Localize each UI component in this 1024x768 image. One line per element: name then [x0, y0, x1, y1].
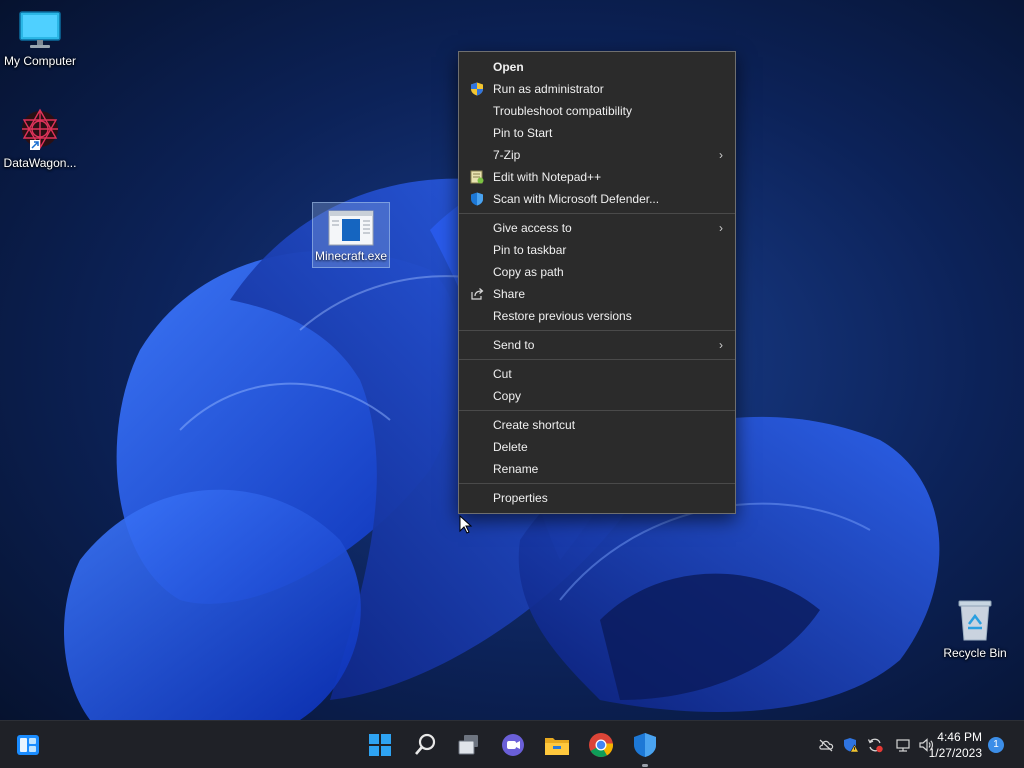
menu-item-properties[interactable]: Properties: [459, 487, 735, 509]
menu-item-label: Copy: [493, 389, 522, 403]
desktop-icon-label: DataWagon...: [3, 156, 77, 170]
menu-item-label: Scan with Microsoft Defender...: [493, 192, 660, 206]
clock-date: 1/27/2023: [928, 746, 982, 760]
network-icon[interactable]: [895, 737, 911, 753]
menu-separator: [459, 410, 735, 411]
clock-time: 4:46 PM: [937, 730, 982, 744]
notification-badge[interactable]: 1: [988, 737, 1004, 753]
menu-item-label: Edit with Notepad++: [493, 170, 602, 184]
menu-item-pin-to-start[interactable]: Pin to Start: [459, 122, 735, 144]
desktop-icon-label: Minecraft.exe: [314, 249, 388, 263]
widgets-icon: [17, 735, 39, 755]
file-explorer-icon: [545, 738, 569, 755]
task-view-button[interactable]: [453, 729, 485, 761]
menu-separator: [459, 359, 735, 360]
search-icon: [415, 733, 436, 755]
menu-item-troubleshoot-compatibility[interactable]: Troubleshoot compatibility: [459, 100, 735, 122]
chevron-right-icon: ›: [719, 221, 723, 235]
menu-item-label: Give access to: [493, 221, 572, 235]
menu-separator: [459, 213, 735, 214]
menu-item-label: Delete: [493, 440, 528, 454]
file-explorer-button[interactable]: [541, 729, 573, 761]
menu-item-7zip[interactable]: 7-Zip ›: [459, 144, 735, 166]
teams-chat-icon: [502, 734, 524, 756]
active-app-indicator: [642, 764, 648, 767]
desktop-icon-datawagon[interactable]: DataWagon...: [0, 106, 80, 170]
menu-separator: [459, 330, 735, 331]
teams-chat-button[interactable]: [497, 729, 529, 761]
desktop-icon-label: Recycle Bin: [943, 646, 1007, 660]
monitor-icon: [19, 11, 61, 48]
menu-item-label: Cut: [493, 367, 512, 381]
menu-item-give-access-to[interactable]: Give access to ›: [459, 217, 735, 239]
defender-button[interactable]: [629, 729, 661, 767]
menu-item-label: Create shortcut: [493, 418, 576, 432]
menu-separator: [459, 483, 735, 484]
chevron-right-icon: ›: [719, 148, 723, 162]
menu-item-run-as-administrator[interactable]: Run as administrator: [459, 78, 735, 100]
menu-item-label: Rename: [493, 462, 539, 476]
chrome-icon: [589, 733, 613, 758]
menu-item-label: Troubleshoot compatibility: [493, 104, 632, 118]
menu-item-open[interactable]: Open: [459, 56, 735, 78]
taskbar: 4:46 PM 1/27/2023 1: [0, 720, 1024, 768]
search-button[interactable]: [409, 729, 441, 761]
menu-item-send-to[interactable]: Send to ›: [459, 334, 735, 356]
defender-icon: [634, 733, 656, 757]
menu-item-label: Properties: [493, 491, 548, 505]
menu-item-copy-as-path[interactable]: Copy as path: [459, 261, 735, 283]
defender-shield-icon: [471, 192, 483, 206]
menu-item-pin-to-taskbar[interactable]: Pin to taskbar: [459, 239, 735, 261]
menu-item-copy[interactable]: Copy: [459, 385, 735, 407]
uac-shield-icon: [471, 82, 483, 96]
menu-item-share[interactable]: Share: [459, 283, 735, 305]
widgets-button[interactable]: [12, 729, 44, 761]
mouse-cursor-icon: [459, 515, 473, 534]
desktop-icon-recycle-bin[interactable]: Recycle Bin: [935, 598, 1015, 660]
menu-item-label: Run as administrator: [493, 82, 604, 96]
desktop-icon-minecraft[interactable]: Minecraft.exe: [312, 202, 390, 268]
chevron-right-icon: ›: [719, 338, 723, 352]
menu-item-label: Open: [493, 60, 524, 74]
menu-item-delete[interactable]: Delete: [459, 436, 735, 458]
start-icon: [369, 734, 391, 756]
desktop-icon-my-computer[interactable]: My Computer: [0, 10, 80, 68]
menu-item-create-shortcut[interactable]: Create shortcut: [459, 414, 735, 436]
notepad-plus-plus-icon: [470, 170, 484, 184]
share-icon: [471, 288, 484, 300]
menu-item-label: Pin to Start: [493, 126, 553, 140]
menu-item-edit-with-notepad[interactable]: Edit with Notepad++: [459, 166, 735, 188]
onedrive-offline-icon[interactable]: [818, 737, 834, 753]
menu-item-label: 7-Zip: [493, 148, 521, 162]
menu-item-rename[interactable]: Rename: [459, 458, 735, 480]
menu-item-cut[interactable]: Cut: [459, 363, 735, 385]
menu-item-label: Restore previous versions: [493, 309, 632, 323]
menu-item-label: Send to: [493, 338, 535, 352]
start-button[interactable]: [364, 729, 396, 761]
sync-error-icon[interactable]: [867, 737, 883, 753]
recycle-bin-icon: [958, 600, 992, 641]
taskbar-clock[interactable]: 4:46 PM 1/27/2023: [929, 729, 982, 761]
menu-item-scan-with-defender[interactable]: Scan with Microsoft Defender...: [459, 188, 735, 210]
menu-item-label: Share: [493, 287, 526, 301]
exe-file-icon: [328, 210, 374, 246]
context-menu: Open Run as administrator Troubleshoot c…: [458, 51, 736, 514]
desktop-icon-label: My Computer: [3, 54, 77, 68]
menu-item-label: Pin to taskbar: [493, 243, 567, 257]
menu-item-label: Copy as path: [493, 265, 564, 279]
datawagon-app-icon: [22, 108, 58, 150]
task-view-icon: [458, 735, 478, 755]
security-warning-icon[interactable]: [843, 737, 859, 753]
menu-item-restore-previous-versions[interactable]: Restore previous versions: [459, 305, 735, 327]
chrome-button[interactable]: [585, 729, 617, 761]
system-tray: 4:46 PM 1/27/2023 1: [784, 721, 1024, 768]
